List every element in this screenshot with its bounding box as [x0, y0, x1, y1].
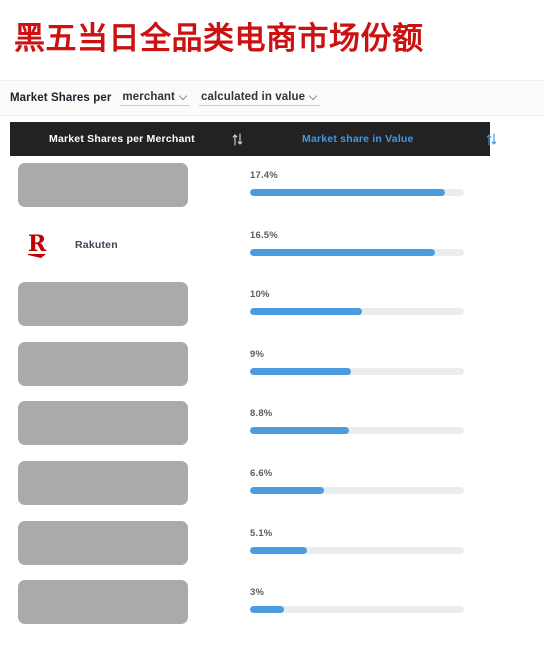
market-share-label: 17.4% — [250, 170, 278, 181]
column-header-value[interactable]: Market share in Value — [302, 133, 414, 145]
market-share-cell: 17.4% — [250, 170, 464, 196]
merchant-cell — [18, 579, 188, 625]
redacted-merchant-block — [18, 401, 188, 446]
market-share-bar-track — [250, 486, 464, 494]
market-share-bar-fill — [250, 486, 325, 494]
page-root: 黑五当日全品类电商市场份额 Market Shares per merchant… — [0, 0, 544, 659]
market-share-bar-track — [250, 189, 464, 196]
sort-updown-icon[interactable] — [486, 132, 497, 146]
market-share-label: 16.5% — [250, 229, 278, 241]
filter-label: Market Shares per — [10, 92, 112, 104]
market-share-label: 9% — [250, 348, 265, 360]
market-share-label: 10% — [250, 289, 270, 301]
market-share-cell: 6.6% — [250, 468, 464, 494]
column-header-merchant[interactable]: Market Shares per Merchant — [49, 133, 195, 145]
redacted-merchant-block — [18, 341, 188, 386]
market-share-label: 8.8% — [250, 408, 273, 420]
market-share-cell: 3% — [250, 587, 464, 614]
market-share-label: 5.1% — [250, 527, 273, 539]
svg-text:R: R — [28, 231, 47, 257]
market-share-bar-fill — [250, 546, 308, 554]
market-share-bar-fill — [250, 308, 363, 316]
market-share-label: 3% — [250, 587, 265, 599]
market-share-bar-track — [250, 367, 464, 375]
merchant-cell — [18, 460, 188, 506]
merchant-cell — [18, 281, 188, 327]
dropdown-metric[interactable]: calculated in value — [199, 90, 321, 106]
merchant-cell: R Rakuten — [18, 222, 188, 268]
table-row[interactable]: 9% — [0, 335, 544, 395]
redacted-merchant-block — [18, 460, 188, 505]
dropdown-dimension-value: merchant — [122, 91, 175, 103]
merchant-cell — [18, 162, 188, 208]
market-share-bar-track — [250, 606, 464, 614]
table-row[interactable]: 17.4% — [0, 156, 544, 216]
table-row[interactable]: 8.8% — [0, 394, 544, 454]
market-share-cell: 8.8% — [250, 408, 464, 435]
table-header: Market Shares per Merchant Market share … — [10, 122, 497, 156]
table-row[interactable]: R Rakuten 16.5% — [0, 216, 544, 276]
market-share-bar-fill — [250, 189, 445, 196]
merchant-cell — [18, 400, 188, 446]
dropdown-metric-value: calculated in value — [201, 91, 306, 103]
market-share-bar-fill — [250, 427, 349, 435]
redacted-merchant-block — [18, 580, 188, 625]
table-row[interactable]: 10% — [0, 275, 544, 335]
market-share-bar-fill — [250, 606, 284, 614]
market-share-cell: 16.5% — [250, 230, 464, 256]
table-row[interactable]: 3% — [0, 573, 544, 633]
merchant-brand: R Rakuten — [18, 231, 118, 259]
table-row[interactable]: 5.1% — [0, 514, 544, 574]
rakuten-logo-icon: R — [28, 231, 47, 258]
merchant-cell — [18, 341, 188, 387]
redacted-merchant-block — [18, 282, 188, 327]
filter-bar: Market Shares per merchant calculated in… — [0, 80, 544, 116]
redacted-merchant-block — [18, 163, 188, 207]
market-share-bar-fill — [250, 248, 435, 256]
table-row[interactable]: 6.6% — [0, 454, 544, 514]
chevron-down-icon — [180, 93, 188, 101]
market-share-bar-track — [250, 248, 464, 256]
chevron-down-icon — [310, 93, 318, 101]
market-share-bar-track — [250, 427, 464, 435]
redacted-merchant-block — [18, 520, 188, 565]
market-share-cell: 5.1% — [250, 528, 464, 554]
merchant-name: Rakuten — [75, 238, 118, 251]
page-title-bar: 黑五当日全品类电商市场份额 — [0, 0, 544, 78]
merchant-cell — [18, 520, 188, 566]
market-share-bar-track — [250, 546, 464, 554]
sort-updown-icon[interactable] — [232, 132, 243, 146]
market-share-cell: 9% — [250, 349, 464, 375]
market-share-list: 17.4% R Rakuten 16.5% 10% 9% 8.8% 6.6% 5.1% 3% — [0, 156, 544, 633]
market-share-label: 6.6% — [250, 467, 273, 479]
market-share-bar-fill — [250, 367, 351, 375]
market-share-cell: 10% — [250, 289, 464, 316]
dropdown-dimension[interactable]: merchant — [120, 90, 190, 106]
page-title: 黑五当日全品类电商市场份额 — [14, 20, 424, 57]
market-share-bar-track — [250, 308, 464, 316]
